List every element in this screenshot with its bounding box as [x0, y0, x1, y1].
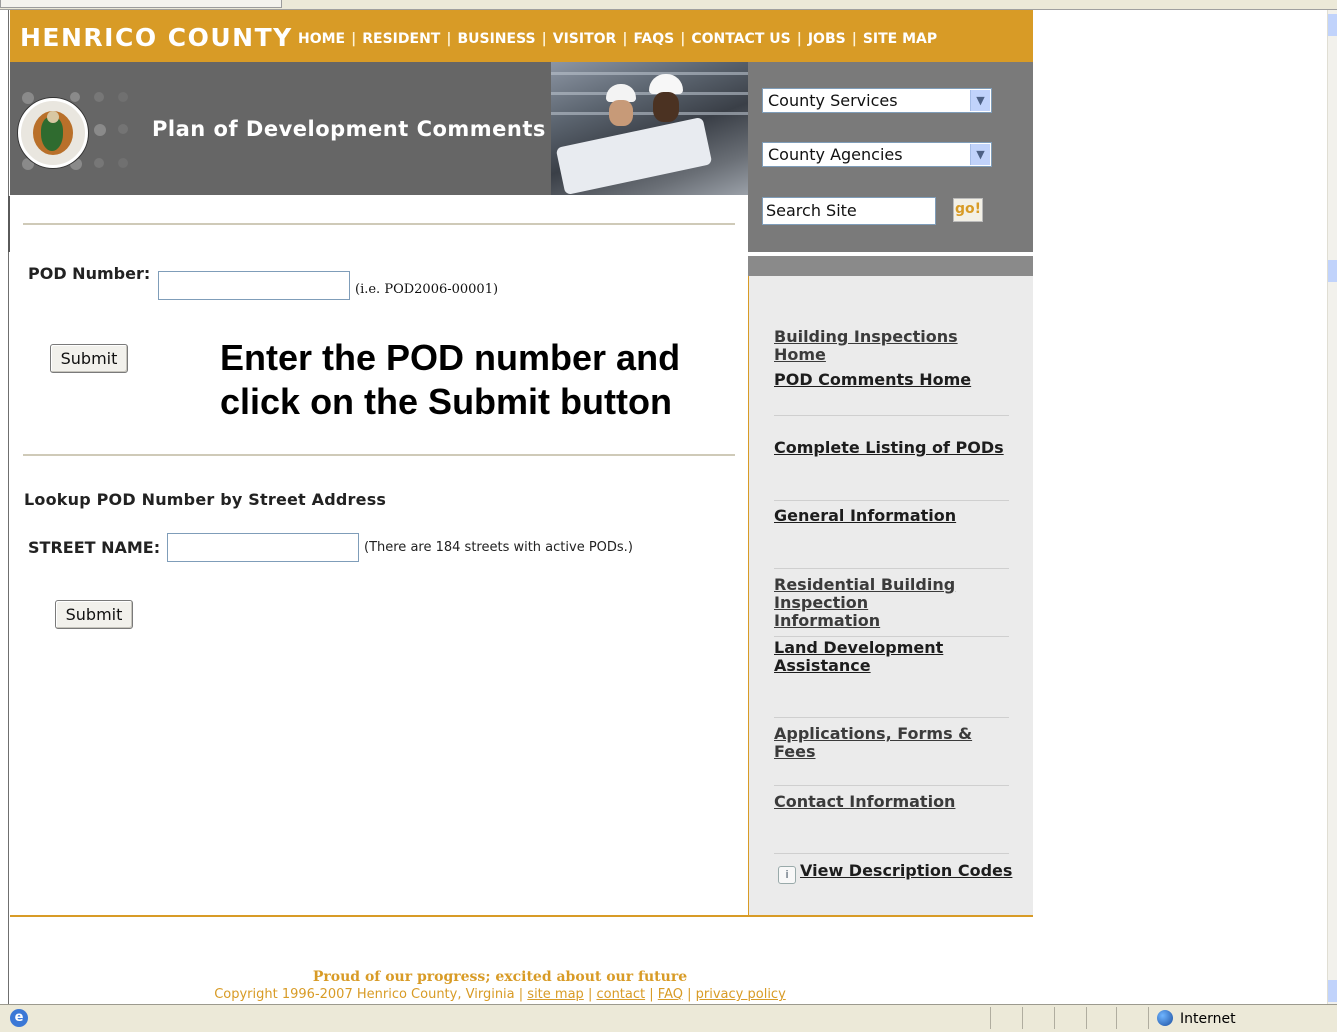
decor-dot	[22, 92, 34, 104]
footer-link-contact[interactable]: contact	[596, 987, 645, 1002]
content-bottom-rule	[10, 915, 1033, 917]
select-value: County Services	[768, 91, 898, 110]
main-nav: HOME | RESIDENT | BUSINESS | VISITOR | FAQS | CONT…	[298, 31, 937, 47]
nav-visitor[interactable]: VISITOR	[553, 31, 617, 47]
nav-separator: |	[446, 31, 452, 47]
sidebar-divider	[774, 415, 1009, 416]
nav-separator: |	[351, 31, 357, 47]
nav-jobs[interactable]: JOBS	[808, 31, 846, 47]
chevron-down-icon[interactable]: ▼	[970, 90, 990, 111]
footer-tagline: Proud of our progress; excited about our…	[312, 969, 688, 985]
lookup-section-title: Lookup POD Number by Street Address	[24, 490, 387, 509]
sidebar-divider	[774, 853, 1009, 854]
pod-number-input[interactable]	[158, 271, 350, 300]
instruction-text: Enter the POD number and click on the Su…	[220, 337, 681, 422]
county-seal-logo	[18, 98, 88, 168]
site-header: HENRICO COUNTY HOME | RESIDENT | BUSINESS | VI…	[10, 10, 1033, 62]
status-pane-divider	[1022, 1007, 1023, 1029]
nav-home[interactable]: HOME	[298, 31, 345, 47]
nav-separator: |	[622, 31, 628, 47]
scroll-down-button[interactable]	[1328, 980, 1337, 1002]
footer-link-site-map[interactable]: site map	[527, 987, 584, 1002]
pod-number-label: POD Number:	[28, 264, 151, 283]
scroll-up-button[interactable]	[1328, 14, 1337, 36]
search-go-button[interactable]: go!	[953, 198, 983, 222]
sidebar-divider	[774, 636, 1009, 637]
sidebar-link-contact-information[interactable]: Contact Information	[774, 793, 1014, 811]
divider	[23, 223, 735, 225]
footer-link-faq[interactable]: FAQ	[658, 987, 683, 1002]
nav-separator: |	[680, 31, 686, 47]
sidebar-divider	[774, 568, 1009, 569]
decor-dot	[94, 92, 104, 102]
footer-copyright-line: Copyright 1996-2007 Henrico County, Virg…	[0, 987, 1000, 1002]
browser-top-strip	[0, 0, 1337, 10]
decor-dot	[118, 124, 128, 134]
info-icon: i	[778, 866, 796, 884]
pod-submit-button[interactable]: Submit	[50, 344, 128, 373]
street-name-label: STREET NAME:	[28, 538, 161, 557]
window-left-border	[8, 10, 9, 1004]
globe-icon	[1157, 1010, 1173, 1026]
scroll-up-button[interactable]	[1328, 260, 1337, 282]
street-name-hint: (There are 184 streets with active PODs.…	[364, 540, 633, 555]
sidebar-divider	[774, 717, 1009, 718]
sidebar-link-residential-building[interactable]: Residential Building Inspection Informat…	[774, 576, 974, 630]
site-logo[interactable]: HENRICO COUNTY	[20, 23, 293, 52]
sidebar-link-complete-listing[interactable]: Complete Listing of PODs	[774, 439, 1014, 457]
sidebar: Building Inspections Home POD Comments H…	[748, 276, 1033, 916]
sidebar-link-building-inspections-home[interactable]: Building Inspections Home	[774, 328, 1014, 364]
search-value: Search Site	[766, 201, 857, 220]
divider	[23, 454, 735, 456]
street-submit-button[interactable]: Submit	[55, 600, 133, 629]
footer-separator: |	[587, 987, 593, 1002]
sidebar-link-land-development[interactable]: Land Development Assistance	[774, 639, 954, 675]
status-pane-divider	[1086, 1007, 1087, 1029]
decor-dot	[118, 158, 128, 168]
status-pane-divider	[990, 1007, 991, 1029]
sidebar-link-applications-forms-fees[interactable]: Applications, Forms & Fees	[774, 725, 1014, 761]
browser-status-bar: e Internet	[0, 1004, 1337, 1032]
chevron-down-icon[interactable]: ▼	[970, 144, 990, 165]
nav-contact-us[interactable]: CONTACT US	[691, 31, 790, 47]
select-value: County Agencies	[768, 145, 903, 164]
footer-link-privacy-policy[interactable]: privacy policy	[696, 987, 786, 1002]
decor-dot	[94, 124, 106, 136]
vertical-scrollbar[interactable]	[1327, 10, 1337, 1004]
page-banner: Plan of Development Comments	[10, 62, 748, 195]
nav-faqs[interactable]: FAQS	[633, 31, 674, 47]
decor-dot	[70, 92, 80, 102]
nav-resident[interactable]: RESIDENT	[362, 31, 440, 47]
status-pane-divider	[1148, 1007, 1149, 1029]
ie-icon: e	[10, 1009, 28, 1027]
site-search-input[interactable]: Search Site	[762, 197, 936, 225]
footer-copyright: Copyright 1996-2007 Henrico County, Virg…	[214, 987, 524, 1002]
footer-separator: |	[687, 987, 692, 1002]
sidebar-link-pod-comments-home[interactable]: POD Comments Home	[774, 371, 1014, 389]
browser-tab[interactable]	[0, 0, 282, 8]
nav-separator: |	[541, 31, 547, 47]
sidebar-header-bar	[748, 256, 1033, 276]
county-agencies-select[interactable]: County Agencies ▼	[762, 142, 992, 167]
county-services-select[interactable]: County Services ▼	[762, 88, 992, 113]
decor-dot	[94, 158, 104, 168]
footer-separator: |	[649, 987, 654, 1002]
sidebar-link-general-information[interactable]: General Information	[774, 507, 1014, 525]
pod-number-hint: (i.e. POD2006-00001)	[355, 282, 499, 297]
nav-site-map[interactable]: SITE MAP	[863, 31, 937, 47]
banner-photo	[551, 62, 748, 195]
status-pane-divider	[1116, 1007, 1117, 1029]
sidebar-divider	[774, 785, 1009, 786]
nav-business[interactable]: BUSINESS	[457, 31, 535, 47]
sidebar-divider	[774, 500, 1009, 501]
nav-separator: |	[796, 31, 802, 47]
content-left-edge	[8, 196, 10, 252]
sidebar-link-view-description-codes[interactable]: View Description Codes	[800, 862, 1020, 880]
page-title: Plan of Development Comments	[152, 117, 546, 141]
nav-separator: |	[851, 31, 857, 47]
decor-dot	[118, 92, 128, 102]
security-zone-label: Internet	[1180, 1011, 1236, 1027]
status-pane-divider	[1054, 1007, 1055, 1029]
street-name-input[interactable]	[167, 533, 359, 562]
